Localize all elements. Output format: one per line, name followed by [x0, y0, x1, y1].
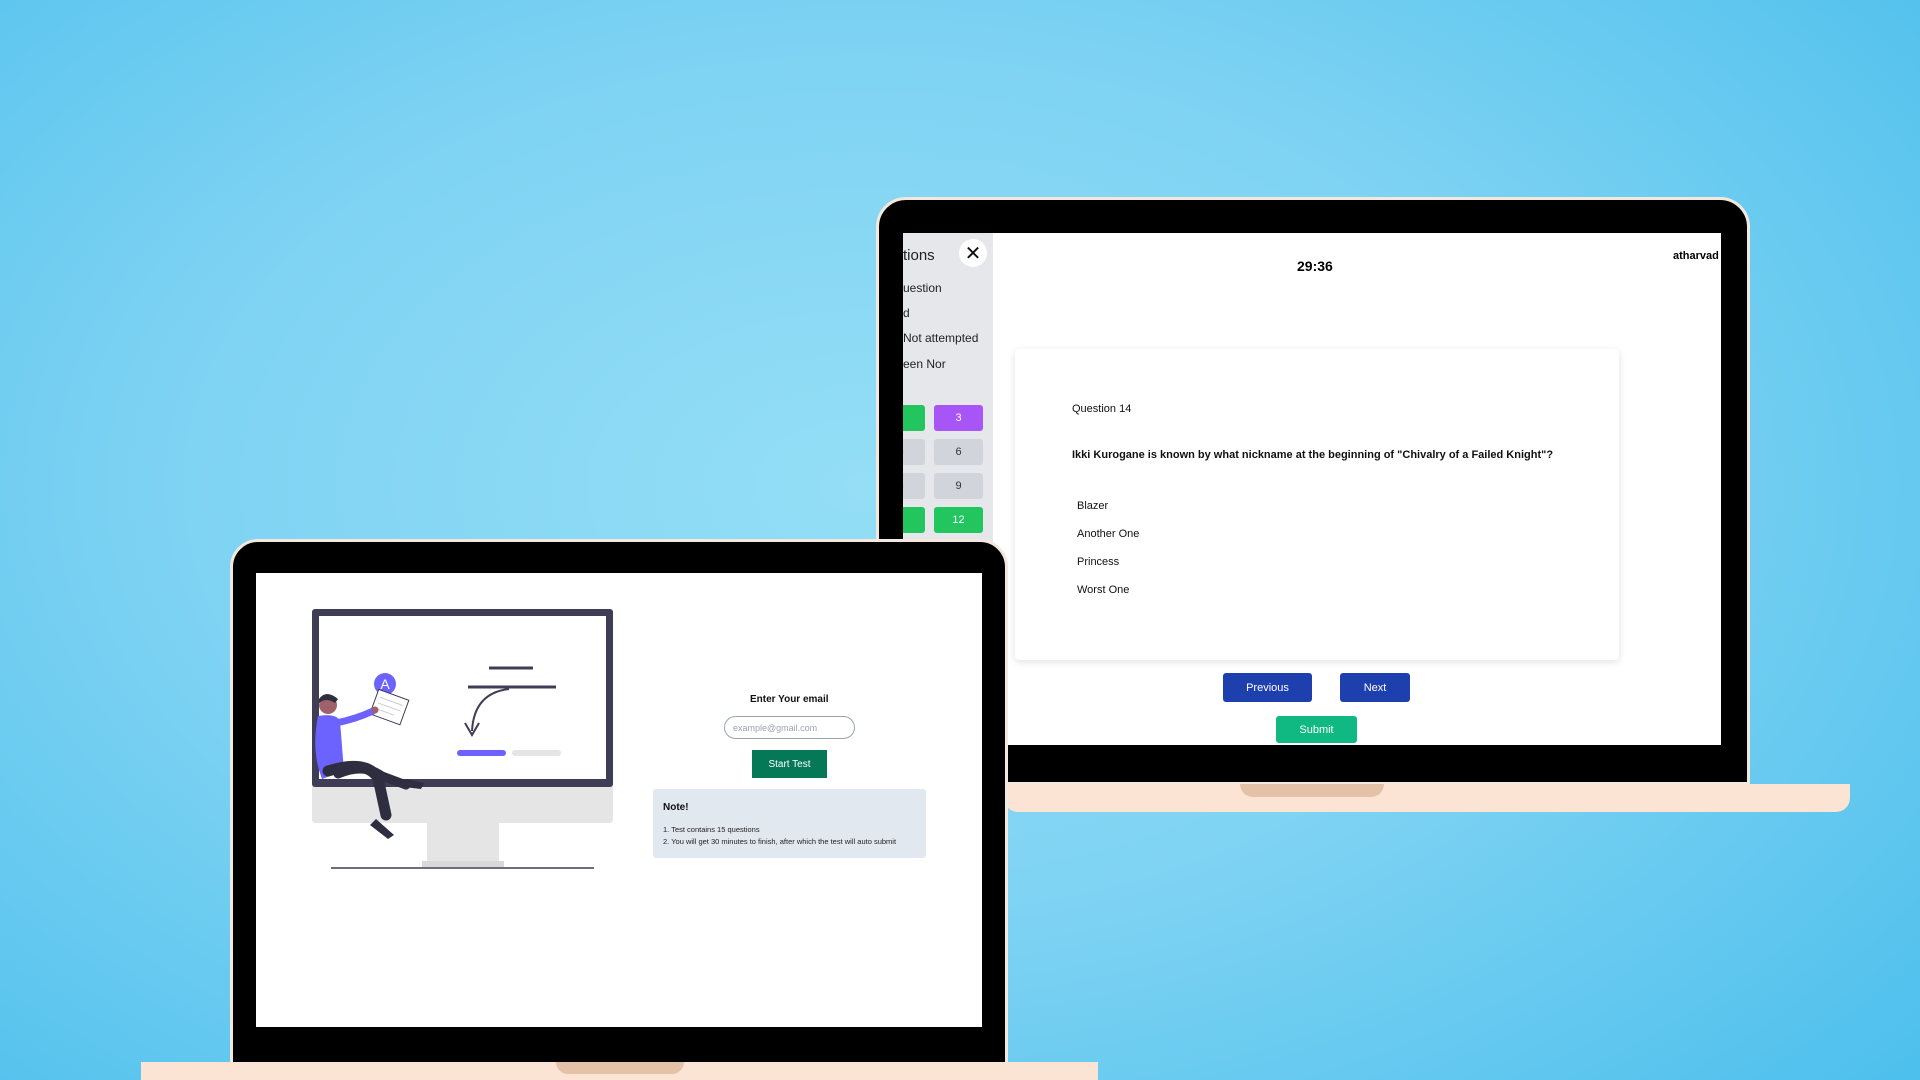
- question-button[interactable]: 6: [934, 439, 983, 465]
- close-icon: ✕: [964, 242, 982, 265]
- question-text: Ikki Kurogane is known by what nickname …: [1072, 449, 1554, 461]
- legend-item: Not attempted: [903, 331, 979, 345]
- username: atharvad: [1673, 250, 1719, 262]
- quiz-screen: tions ✕ uestion d Not attempted een Nor …: [903, 233, 1721, 745]
- question-button[interactable]: 1: [903, 507, 925, 533]
- note-line: 1. Test contains 15 questions: [663, 825, 760, 834]
- countdown-timer: 29:36: [1297, 258, 1333, 274]
- answer-option[interactable]: Worst One: [1077, 584, 1129, 596]
- progress-empty: [512, 750, 561, 756]
- laptop-right-base: [1004, 784, 1850, 812]
- monitor-foot: [422, 861, 504, 867]
- answer-option[interactable]: Blazer: [1077, 500, 1108, 512]
- online-test-illustration: A: [312, 609, 613, 869]
- question-card: Question 14 Ikki Kurogane is known by wh…: [1015, 349, 1619, 660]
- answer-option[interactable]: Another One: [1077, 528, 1139, 540]
- email-label: Enter Your email: [750, 694, 829, 705]
- avatar-letter: A: [380, 676, 390, 692]
- question-button[interactable]: 12: [934, 507, 983, 533]
- question-button[interactable]: 3: [934, 405, 983, 431]
- legend-item: een Nor: [903, 357, 946, 371]
- email-input[interactable]: [724, 716, 855, 739]
- start-screen: A Enter Your email Start Test Note! 1. T…: [256, 573, 982, 1027]
- note-title: Note!: [663, 802, 689, 813]
- answer-option[interactable]: Princess: [1077, 556, 1119, 568]
- question-button[interactable]: 8: [903, 473, 925, 499]
- legend-item: d: [903, 306, 910, 320]
- legend-item: uestion: [903, 281, 942, 295]
- question-button[interactable]: 2: [903, 405, 925, 431]
- sidebar-title: tions: [903, 247, 935, 264]
- question-number: Question 14: [1072, 403, 1132, 415]
- question-button[interactable]: 5: [903, 439, 925, 465]
- note-box: Note! 1. Test contains 15 questions 2. Y…: [653, 789, 926, 858]
- monitor-stand: [427, 821, 499, 865]
- submit-button[interactable]: Submit: [1276, 716, 1357, 743]
- close-sidebar-button[interactable]: ✕: [959, 239, 987, 267]
- progress-filled: [457, 750, 506, 756]
- laptop-right-notch: [1240, 784, 1384, 797]
- laptop-left-notch: [556, 1062, 684, 1074]
- start-test-button[interactable]: Start Test: [752, 750, 827, 778]
- previous-button[interactable]: Previous: [1223, 673, 1312, 702]
- note-line: 2. You will get 30 minutes to finish, af…: [663, 837, 897, 846]
- next-button[interactable]: Next: [1340, 673, 1410, 702]
- question-button[interactable]: 9: [934, 473, 983, 499]
